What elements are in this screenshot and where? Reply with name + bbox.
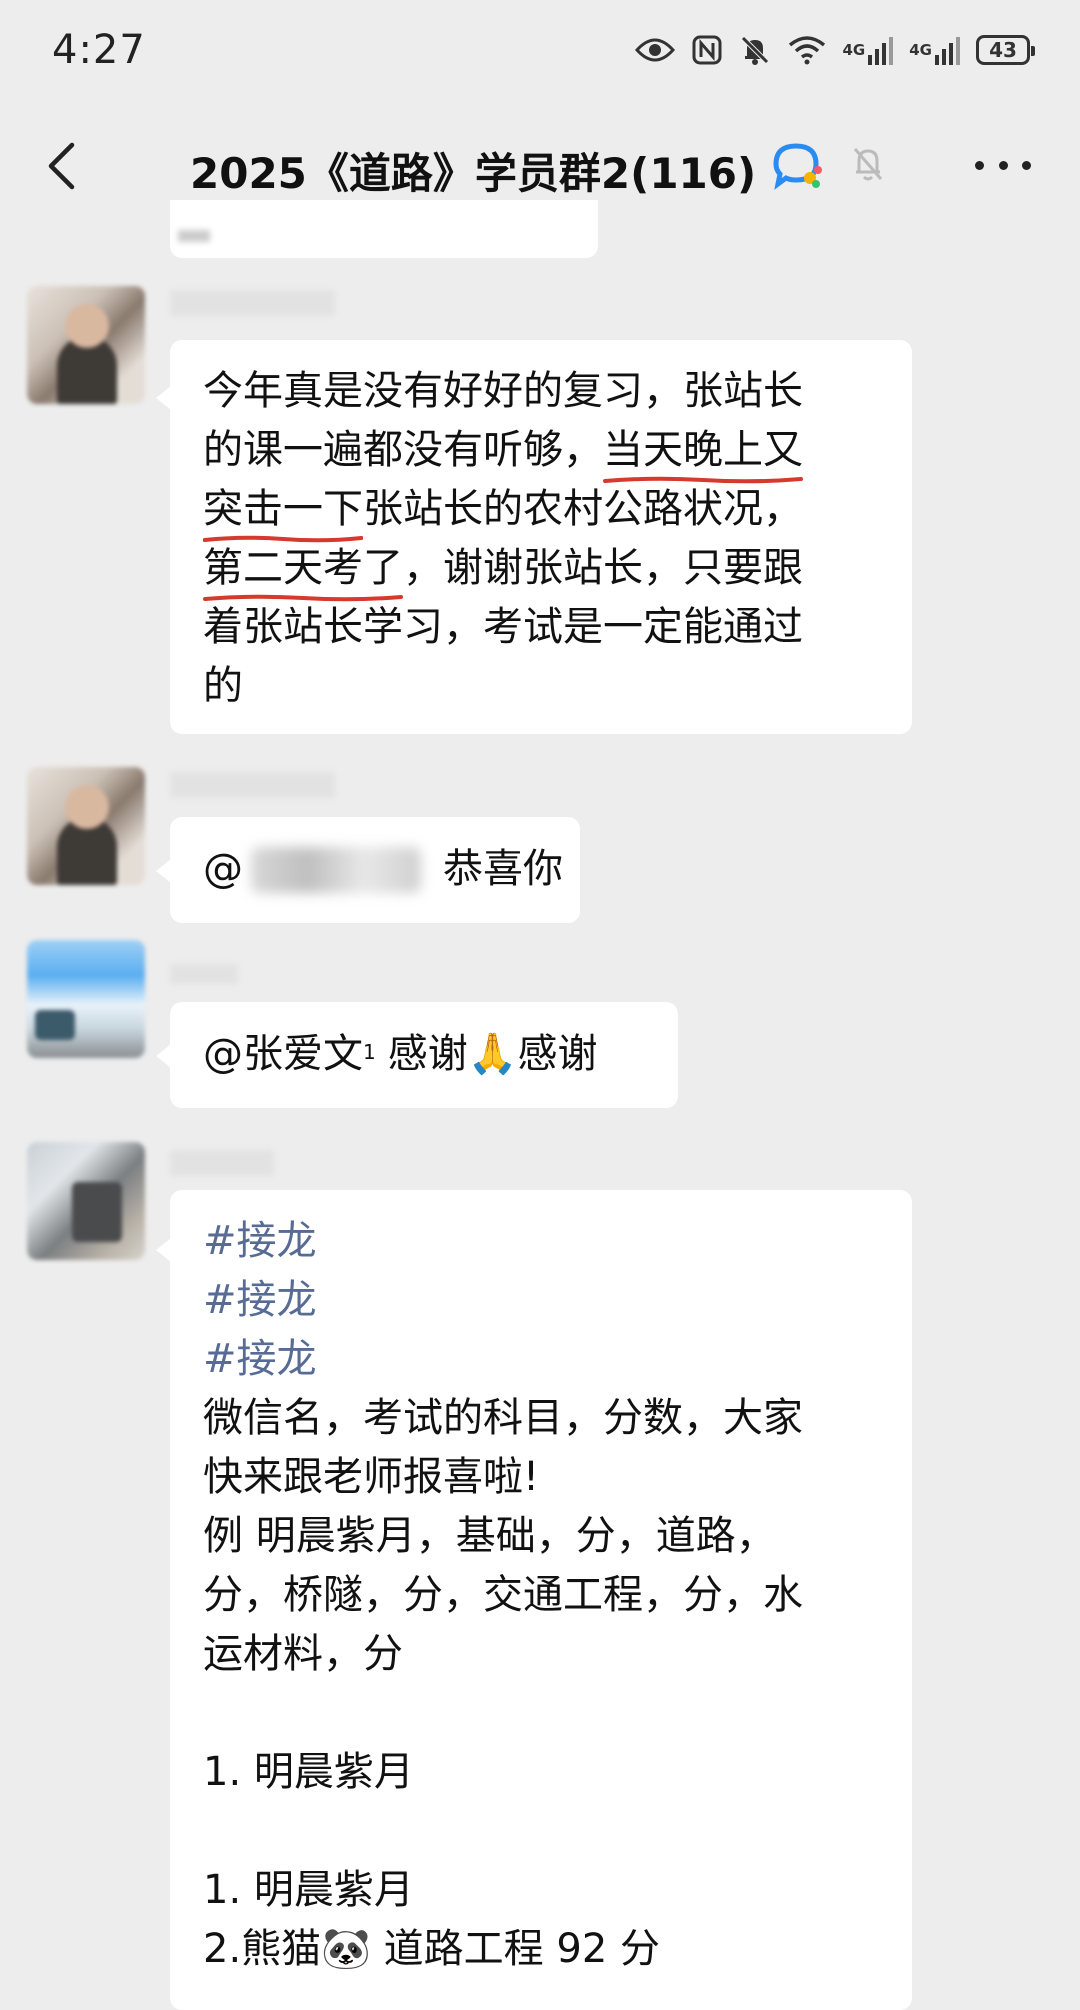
mention-link[interactable]: @张爱文 bbox=[203, 1031, 363, 1077]
avatar-blur-shape bbox=[65, 785, 109, 829]
bubble-tail bbox=[156, 1044, 171, 1068]
message-bubble: #接龙 #接龙 #接龙 微信名，考试的科目，分数，大家 快来跟老师报喜啦! 例 明晨紫月，… bbox=[156, 1190, 912, 2010]
message-line: 今年真是没有好好的复习，张站长 bbox=[203, 362, 803, 421]
mute-icon bbox=[850, 144, 886, 188]
text-segment: 今年真是没有好好的复习，张站长 bbox=[203, 368, 803, 414]
message-line: 快来跟老师报喜啦! bbox=[203, 1454, 540, 1500]
back-icon bbox=[48, 142, 75, 190]
message-line: 的课一遍都没有听够，当天晚上又 bbox=[203, 421, 803, 480]
previous-message-bubble bbox=[170, 200, 598, 258]
message-line: 例 明晨紫月，基础，分，道路， bbox=[203, 1513, 776, 1559]
network-type-label: 4G bbox=[842, 40, 866, 59]
avatar-blur-shape bbox=[72, 1182, 122, 1242]
status-bar: 4:27 4G 4G 43 bbox=[0, 0, 1080, 100]
avatar[interactable] bbox=[27, 940, 145, 1058]
bubble-tail bbox=[156, 386, 171, 410]
message-text: #接龙 #接龙 #接龙 微信名，考试的科目，分数，大家 快来跟老师报喜啦! 例 明晨紫月，… bbox=[203, 1212, 803, 1979]
blurred-content bbox=[178, 230, 210, 242]
status-time: 4:27 bbox=[52, 27, 146, 73]
text-segment: 的课一遍都没有听够， bbox=[203, 427, 603, 473]
message-line: 1. 明晨紫月 bbox=[203, 1867, 414, 1913]
hashtag-link[interactable]: #接龙 bbox=[203, 1271, 803, 1330]
message-body: 感谢 bbox=[517, 1031, 598, 1077]
text-segment: 着张站长学习，考试是一定能通过 bbox=[203, 604, 803, 650]
mention-prefix[interactable]: @ bbox=[203, 840, 243, 899]
chat-badge-icon[interactable] bbox=[770, 140, 826, 196]
text-segment: ，谢谢张站长，只要跟 bbox=[403, 545, 803, 591]
avatar[interactable] bbox=[27, 1142, 145, 1260]
network-type-label: 4G bbox=[909, 40, 932, 59]
message-body: 感谢 bbox=[387, 1031, 468, 1077]
message-line: 的 bbox=[203, 657, 803, 716]
message-body: 恭喜你 bbox=[443, 846, 563, 892]
message-line: 2.熊猫🐼 道路工程 92 分 bbox=[203, 1926, 661, 1972]
bell-off-icon bbox=[739, 34, 771, 66]
sender-name bbox=[170, 964, 238, 984]
eye-icon bbox=[634, 36, 675, 64]
avatar[interactable] bbox=[27, 286, 145, 404]
sender-name bbox=[170, 772, 335, 798]
status-icons: 4G 4G 43 bbox=[634, 34, 1035, 66]
message-text: @ 恭喜你 bbox=[203, 840, 563, 899]
wifi-icon bbox=[787, 35, 827, 65]
pray-emoji-icon: 🙏 bbox=[467, 1031, 518, 1077]
more-icon bbox=[998, 160, 1008, 170]
sender-name bbox=[170, 290, 335, 316]
signal-icon: 4G bbox=[843, 35, 894, 65]
sender-name bbox=[170, 1150, 274, 1176]
message-line: 1. 明晨紫月 bbox=[203, 1749, 414, 1795]
battery-icon: 43 bbox=[976, 35, 1035, 65]
message-bubble: @ 恭喜你 bbox=[156, 817, 580, 923]
bubble-tail bbox=[156, 859, 171, 883]
message-bubble: @张爱文1 感谢🙏感谢 bbox=[156, 1002, 678, 1108]
highlighted-text: 当天晚上又 bbox=[603, 421, 803, 480]
avatar-blur-shape bbox=[65, 304, 109, 348]
message-text: 今年真是没有好好的复习，张站长 的课一遍都没有听够，当天晚上又 突击一下 张站长的农村… bbox=[203, 362, 803, 716]
message-line: 微信名，考试的科目，分数，大家 bbox=[203, 1395, 803, 1441]
highlighted-text: 突击一下 bbox=[203, 480, 363, 539]
text-segment: 的 bbox=[203, 663, 243, 709]
message-text: @张爱文1 感谢🙏感谢 bbox=[203, 1025, 598, 1084]
text-segment: 张站长的农村公路状况， bbox=[363, 486, 803, 532]
message-line: 着张站长学习，考试是一定能通过 bbox=[203, 598, 803, 657]
message-bubble: 今年真是没有好好的复习，张站长 的课一遍都没有听够，当天晚上又 突击一下 张站长的农村… bbox=[156, 340, 912, 734]
message-line: 分，桥隧，分，交通工程，分，水 bbox=[203, 1572, 803, 1618]
mention-superscript: 1 bbox=[363, 1040, 376, 1064]
chat-title: 2025《道路》学员群2(116) bbox=[190, 149, 757, 198]
signal-icon: 4G bbox=[909, 35, 960, 65]
message-line: 第二天考了 ，谢谢张站长，只要跟 bbox=[203, 539, 803, 598]
message-line: 突击一下 张站长的农村公路状况， bbox=[203, 480, 803, 539]
avatar[interactable] bbox=[27, 767, 145, 885]
more-icon bbox=[1022, 160, 1031, 170]
highlighted-text: 第二天考了 bbox=[203, 539, 403, 598]
hashtag-link[interactable]: #接龙 bbox=[203, 1330, 803, 1389]
blurred-mention bbox=[251, 846, 421, 893]
more-button[interactable] bbox=[975, 150, 1031, 180]
message-line: 运材料，分 bbox=[203, 1631, 403, 1677]
hashtag-link[interactable]: #接龙 bbox=[203, 1212, 803, 1271]
back-button[interactable] bbox=[36, 138, 86, 194]
bubble-tail bbox=[156, 1238, 171, 1262]
more-icon bbox=[975, 160, 984, 170]
avatar-blur-shape bbox=[35, 1010, 75, 1040]
nfc-icon bbox=[691, 34, 723, 66]
